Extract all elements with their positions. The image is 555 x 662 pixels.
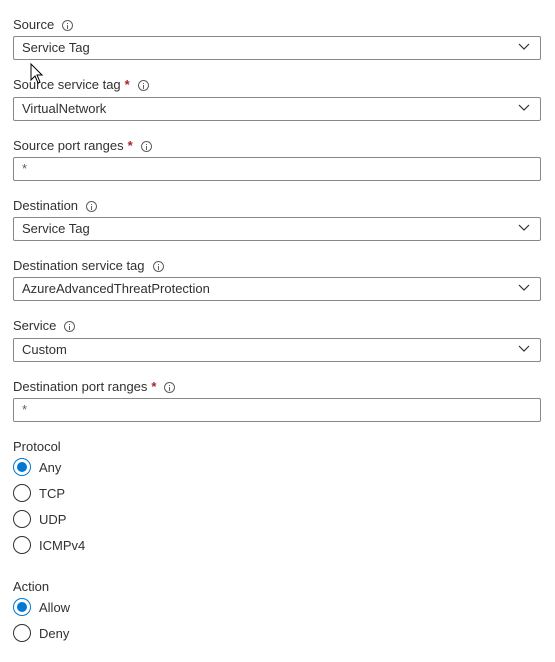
action-label: Action (13, 579, 50, 594)
info-icon[interactable] (86, 200, 98, 212)
required-indicator: * (127, 138, 133, 153)
protocol-radio-icmpv4[interactable]: ICMPv4 (13, 535, 85, 555)
chevron-down-icon (518, 284, 530, 291)
protocol-label: Protocol (13, 439, 61, 454)
destination-label: Destination (13, 197, 98, 215)
source-label-text: Source (13, 17, 55, 32)
chevron-down-icon (518, 345, 530, 352)
source-dropdown[interactable]: Service Tag (13, 36, 541, 60)
info-icon[interactable] (64, 320, 76, 332)
radio-unchecked-icon[interactable] (13, 510, 31, 528)
radio-unchecked-icon[interactable] (13, 484, 31, 502)
service-label: Service (13, 317, 76, 335)
source-dropdown-value: Service Tag (22, 40, 90, 55)
service-dropdown[interactable]: Custom (13, 338, 541, 362)
action-radio-deny[interactable]: Deny (13, 623, 69, 643)
radio-label: Deny (39, 625, 70, 641)
destination-service-tag-label: Destination service tag (13, 257, 164, 275)
destination-dropdown-value: Service Tag (22, 221, 90, 236)
radio-label: Allow (39, 599, 71, 615)
destination-service-tag-value: AzureAdvancedThreatProtection (22, 281, 210, 296)
destination-dropdown[interactable]: Service Tag (13, 217, 541, 241)
destination-service-tag-dropdown[interactable]: AzureAdvancedThreatProtection (13, 277, 541, 301)
source-port-ranges-input[interactable]: * (13, 157, 541, 181)
mouse-pointer-icon (30, 63, 44, 84)
source-port-ranges-label: Source port ranges * (13, 137, 152, 155)
radio-checked-icon[interactable] (13, 598, 31, 616)
info-icon[interactable] (152, 260, 164, 272)
chevron-down-icon (518, 43, 530, 50)
source-label: Source (13, 16, 74, 34)
protocol-radio-tcp[interactable]: TCP (13, 483, 65, 503)
service-dropdown-value: Custom (22, 342, 67, 357)
chevron-down-icon (518, 224, 530, 231)
info-icon[interactable] (62, 19, 74, 31)
source-service-tag-dropdown[interactable]: VirtualNetwork (13, 97, 541, 121)
radio-unchecked-icon[interactable] (13, 536, 31, 554)
chevron-down-icon (518, 104, 530, 111)
destination-service-tag-label-text: Destination service tag (13, 258, 145, 273)
radio-label: Any (39, 459, 62, 475)
source-port-ranges-value: * (22, 161, 28, 176)
destination-port-ranges-value: * (22, 402, 28, 417)
destination-port-ranges-label-text: Destination port ranges (13, 379, 148, 394)
radio-label: TCP (39, 485, 65, 501)
protocol-radio-any[interactable]: Any (13, 457, 61, 477)
action-radio-allow[interactable]: Allow (13, 597, 70, 617)
service-label-text: Service (13, 318, 57, 333)
destination-port-ranges-input[interactable]: * (13, 398, 541, 422)
radio-label: ICMPv4 (39, 537, 86, 553)
radio-label: UDP (39, 511, 67, 527)
source-port-ranges-label-text: Source port ranges (13, 138, 124, 153)
radio-unchecked-icon[interactable] (13, 624, 31, 642)
protocol-radio-udp[interactable]: UDP (13, 509, 66, 529)
destination-label-text: Destination (13, 198, 79, 213)
source-service-tag-value: VirtualNetwork (22, 101, 107, 116)
radio-checked-icon[interactable] (13, 458, 31, 476)
required-indicator: * (124, 77, 130, 92)
info-icon[interactable] (140, 140, 152, 152)
destination-port-ranges-label: Destination port ranges * (13, 378, 176, 396)
info-icon[interactable] (137, 79, 149, 91)
info-icon[interactable] (164, 381, 176, 393)
required-indicator: * (151, 379, 157, 394)
